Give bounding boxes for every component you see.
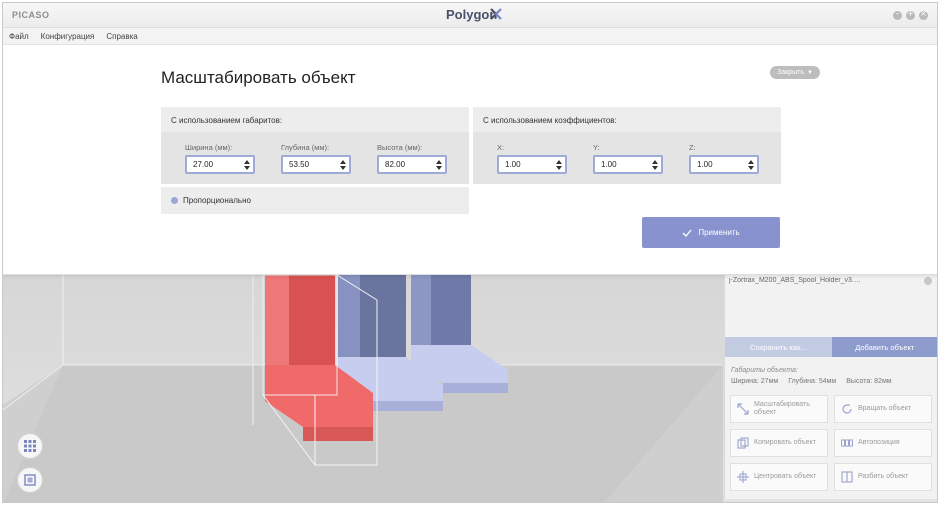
object-depth: Глубина: 54мм: [788, 378, 837, 385]
autoposition-icon: [841, 439, 853, 447]
x-factor-input[interactable]: 1.00: [497, 155, 567, 174]
copy-object-label: Копировать объект: [754, 439, 816, 446]
window-controls: – + ×: [893, 9, 928, 20]
spinner-arrows-icon[interactable]: [244, 159, 250, 171]
checkmark-icon: [682, 229, 692, 237]
depth-label: Глубина (мм):: [281, 143, 330, 152]
dimensions-group-body: Ширина (мм): 27.00 Глубина (мм): 53.50 В…: [161, 132, 469, 184]
center-object-label: Центровать объект: [754, 473, 817, 480]
proportional-checkbox[interactable]: Пропорционально: [161, 187, 469, 214]
scale-dialog: Масштабировать объект Закрыть ▼ С исполь…: [3, 45, 937, 275]
rotate-icon: [842, 404, 852, 414]
app-window: PICASO Polygon – + × Файл Конфигурация С…: [2, 2, 938, 503]
x-factor-label: X:: [497, 143, 505, 152]
width-label: Ширина (мм):: [185, 143, 233, 152]
rotate-object-button[interactable]: Вращать объект: [834, 395, 932, 423]
spinner-arrows-icon[interactable]: [436, 159, 442, 171]
center-object-button[interactable]: Центровать объект: [730, 463, 828, 491]
menu-file[interactable]: Файл: [9, 32, 29, 41]
x-factor-field: X: 1.00: [497, 143, 567, 174]
layers-view-button[interactable]: [17, 467, 43, 493]
brand-label: PICASO: [12, 10, 50, 20]
spinner-arrows-icon[interactable]: [748, 159, 754, 171]
object-actions-grid: Масштабировать объект Вращать объект Коп…: [730, 395, 934, 491]
minimize-button[interactable]: –: [893, 9, 902, 20]
menu-configuration[interactable]: Конфигурация: [41, 32, 95, 41]
copy-object-button[interactable]: Копировать объект: [730, 429, 828, 457]
polygon-logo-icon: [490, 8, 502, 20]
scale-object-label: Масштабировать объект: [754, 401, 810, 416]
height-value: 82.00: [385, 160, 406, 169]
close-window-button[interactable]: ×: [919, 9, 928, 20]
split-object-button[interactable]: Разбить объект: [834, 463, 932, 491]
y-factor-field: Y: 1.00: [593, 143, 663, 174]
close-dialog-label: Закрыть: [777, 69, 804, 76]
spinner-arrows-icon[interactable]: [652, 159, 658, 171]
z-factor-value: 1.00: [697, 160, 713, 169]
apply-label: Применить: [698, 228, 740, 237]
checkbox-indicator-icon[interactable]: [171, 197, 178, 204]
menu-bar: Файл Конфигурация Справка: [3, 28, 937, 45]
menu-help[interactable]: Справка: [106, 32, 137, 41]
object-menu-icon[interactable]: [924, 277, 932, 285]
proportional-label: Пропорционально: [183, 196, 251, 205]
object-width: Ширина: 27мм: [731, 378, 779, 385]
dimensions-group-title: С использованием габаритов:: [171, 116, 283, 125]
close-icon: ×: [920, 9, 927, 18]
grid-icon: [24, 440, 36, 452]
depth-field: Глубина (мм): 53.50: [281, 143, 351, 174]
add-object-button[interactable]: Добавить объект: [831, 337, 937, 357]
maximize-icon: +: [907, 9, 914, 18]
y-factor-input[interactable]: 1.00: [593, 155, 663, 174]
apply-button[interactable]: Применить: [642, 217, 780, 248]
minimize-icon: –: [895, 9, 900, 18]
copy-icon: [737, 437, 749, 449]
factors-group-body: X: 1.00 Y: 1.00 Z: 1.00: [473, 132, 781, 184]
depth-value: 53.50: [289, 160, 310, 169]
height-input[interactable]: 82.00: [377, 155, 447, 174]
width-input[interactable]: 27.00: [185, 155, 255, 174]
close-dialog-button[interactable]: Закрыть ▼: [770, 66, 820, 79]
z-factor-input[interactable]: 1.00: [689, 155, 759, 174]
autoposition-label: Автопозиция: [858, 439, 900, 446]
dialog-title: Масштабировать объект: [161, 68, 356, 87]
x-factor-value: 1.00: [505, 160, 521, 169]
width-field: Ширина (мм): 27.00: [185, 143, 255, 174]
factors-group: С использованием коэффициентов: X: 1.00 …: [473, 107, 781, 184]
maximize-button[interactable]: +: [906, 9, 915, 20]
split-object-label: Разбить объект: [858, 473, 909, 480]
grid-view-button[interactable]: [17, 433, 43, 459]
object-height: Высота: 82мм: [846, 378, 892, 385]
autoposition-button[interactable]: Автопозиция: [834, 429, 932, 457]
object-filename: j-Zortrax_M200_ABS_Spool_Holder_v3.…: [729, 277, 861, 284]
object-dims: Ширина: 27мм Глубина: 54мм Высота: 82мм: [731, 378, 892, 385]
panel-actions: Сохранить как... Добавить объект: [725, 337, 937, 357]
rotate-object-label: Вращать объект: [858, 405, 912, 412]
height-field: Высота (мм): 82.00: [377, 143, 447, 174]
height-label: Высота (мм):: [377, 143, 423, 152]
object-panel: j-Zortrax_M200_ABS_Spool_Holder_v3.… Сох…: [724, 269, 937, 499]
dimensions-group: С использованием габаритов: Ширина (мм):…: [161, 107, 469, 184]
split-icon: [841, 471, 853, 483]
y-factor-value: 1.00: [601, 160, 617, 169]
scale-icon: [737, 403, 749, 415]
save-as-button[interactable]: Сохранить как...: [725, 337, 832, 357]
spinner-arrows-icon[interactable]: [340, 159, 346, 171]
spinner-arrows-icon[interactable]: [556, 159, 562, 171]
object-dims-label: Габариты объекта:: [731, 367, 798, 374]
factors-group-title: С использованием коэффициентов:: [483, 116, 617, 125]
z-factor-label: Z:: [689, 143, 696, 152]
scale-object-button[interactable]: Масштабировать объект: [730, 395, 828, 423]
y-factor-label: Y:: [593, 143, 600, 152]
width-value: 27.00: [193, 160, 214, 169]
title-bar: PICASO Polygon – + ×: [3, 3, 937, 28]
layers-icon: [24, 474, 36, 486]
depth-input[interactable]: 53.50: [281, 155, 351, 174]
z-factor-field: Z: 1.00: [689, 143, 759, 174]
center-icon: [737, 471, 749, 483]
caret-down-icon: ▼: [806, 69, 813, 76]
